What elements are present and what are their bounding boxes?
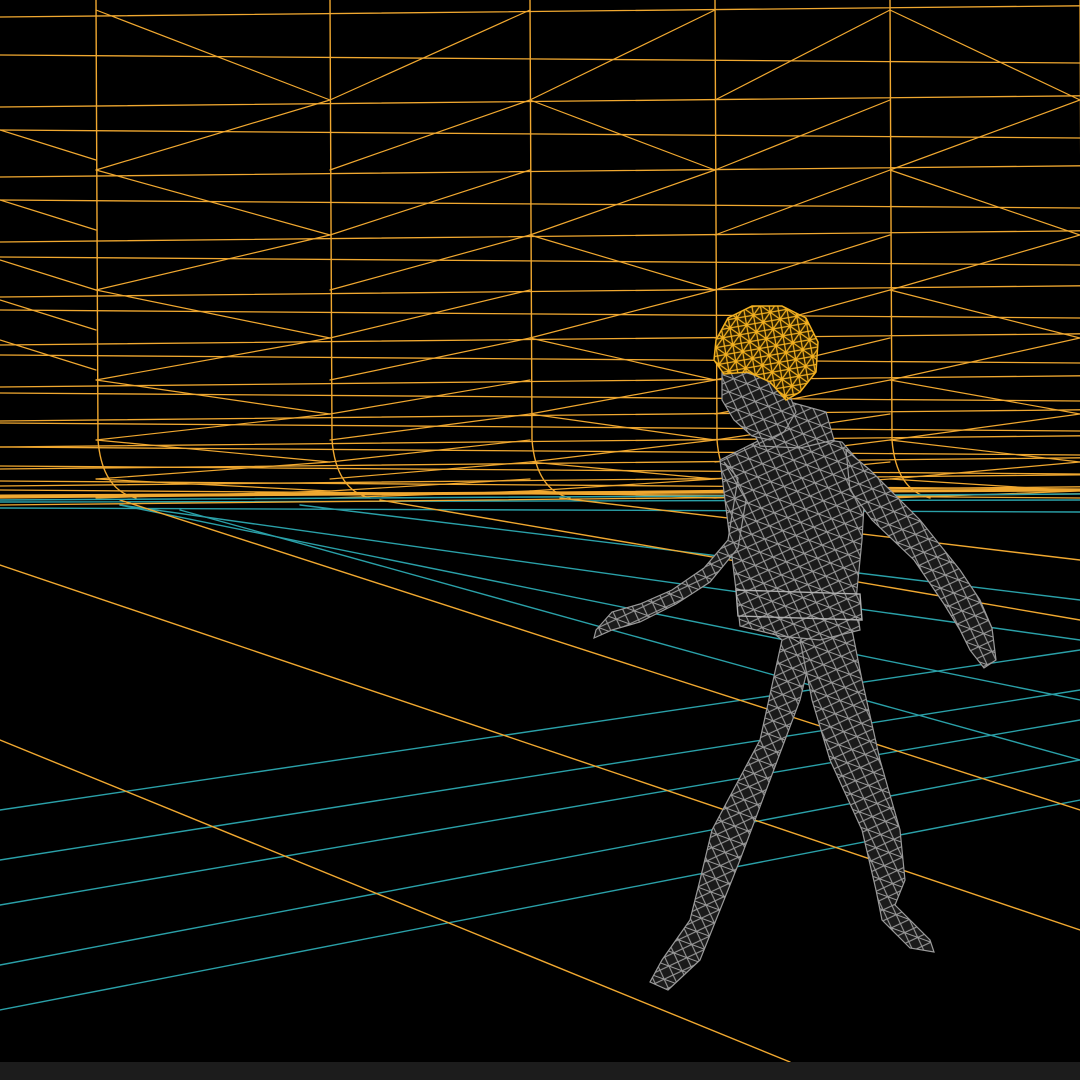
backdrop-diagonal [714,9,891,101]
backdrop-side-row [0,259,97,291]
backdrop-row [0,285,1080,298]
backdrop-diagonal [889,379,1080,415]
backdrop-row [0,446,1080,456]
3d-viewport[interactable] [0,0,1080,1062]
backdrop-diagonal [329,99,531,171]
backdrop-diagonal [889,337,1080,381]
backdrop-diagonal [529,169,716,236]
backdrop-row [0,309,1080,319]
backdrop-diagonal [329,9,531,101]
backdrop-column [329,0,371,499]
backdrop-diagonal [95,337,331,381]
backdrop-diagonal [95,289,331,339]
backdrop-column [889,0,931,499]
left-leg [649,611,813,991]
status-bar [0,1062,1080,1080]
backdrop-diagonal [889,461,1080,480]
backdrop-row [0,129,1080,139]
backdrop-diagonal [889,99,1080,171]
backdrop-diagonal [95,234,331,291]
character-wireframe[interactable] [593,305,997,991]
backdrop-column [529,0,571,499]
backdrop-row [0,435,1080,448]
belt [735,589,863,621]
backdrop-row [0,422,1080,432]
backdrop-mesh [0,0,1080,506]
backdrop-side-row [0,199,97,231]
backdrop-side-row [0,299,97,331]
backdrop-side-row [0,129,97,161]
backdrop-diagonal [95,413,331,441]
right-arm [845,448,997,669]
floor-line [0,499,1080,503]
backdrop-diagonal [529,9,716,101]
backdrop-diagonal [889,289,1080,339]
backdrop-row [0,165,1080,178]
right-leg [799,609,935,953]
backdrop-diagonal [889,234,1080,291]
backdrop-row [0,54,1080,64]
floor-line [179,509,1080,761]
floor-grid [0,497,1080,1062]
backdrop-row [0,354,1080,364]
backdrop-diagonal [95,99,331,171]
backdrop-diagonal [714,169,891,236]
floor-edge-line [0,739,791,1062]
floor-line [0,649,1080,811]
backdrop-row [0,256,1080,266]
backdrop-diagonal [95,9,331,101]
floor-line [0,689,1080,861]
backdrop-diagonal [95,461,331,480]
backdrop-row [0,199,1080,209]
floor-line [0,799,1080,1011]
backdrop-diagonal [889,169,1080,236]
backdrop-diagonal [329,234,531,291]
backdrop-row [0,95,1080,108]
backdrop-row [0,5,1080,18]
backdrop-diagonal [889,9,1080,101]
wireframe-scene [0,0,1080,1062]
backdrop-row [0,230,1080,243]
backdrop-row [0,392,1080,402]
